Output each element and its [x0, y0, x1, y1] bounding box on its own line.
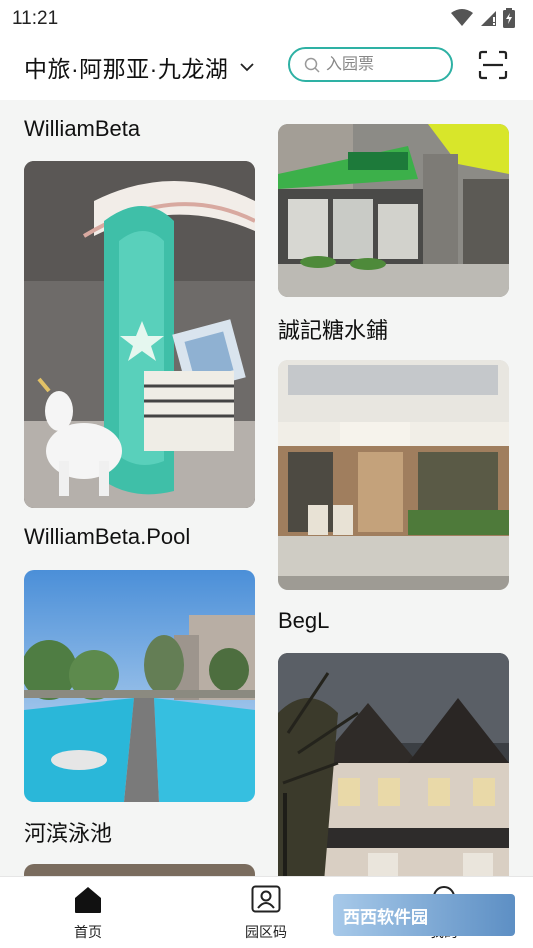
dessert-shop-art [278, 124, 509, 297]
left-card-4-photo-clipped[interactable] [24, 864, 255, 876]
status-icons [451, 8, 515, 28]
townhouse-night-photo[interactable] [278, 653, 509, 876]
park-name: 中旅·阿那亚·九龙湖 [24, 56, 229, 82]
townhouse-night-art [278, 653, 509, 876]
williambeta-photo-art [24, 161, 255, 508]
tab-home[interactable]: 首页 [38, 885, 138, 942]
content-feed[interactable]: WilliamBeta WilliamBeta.Pool 河滨泳池 誠記糖水鋪 … [0, 100, 533, 876]
search-box[interactable] [288, 47, 453, 82]
park-selector[interactable]: 中旅·阿那亚·九龙湖 [24, 50, 254, 84]
begl-bakery-photo[interactable] [278, 360, 509, 590]
williambeta-store-photo[interactable] [24, 161, 255, 508]
scan-icon [478, 50, 508, 80]
search-icon [304, 57, 320, 73]
wifi-icon [451, 9, 473, 26]
pool-photo-art [24, 570, 255, 802]
status-time: 11:21 [12, 8, 59, 29]
battery-icon [503, 8, 515, 28]
home-icon [75, 887, 101, 913]
signal-icon [481, 11, 496, 26]
dessert-shop-photo[interactable] [278, 124, 509, 297]
search-input[interactable] [326, 55, 436, 74]
watermark-logo: 西西软件园 [333, 894, 515, 936]
top-header: 中旅·阿那亚·九龙湖 [0, 38, 533, 100]
card-title-begl: BegL [278, 608, 330, 633]
card-title-dessert-shop: 誠記糖水鋪 [278, 318, 389, 343]
riverside-pool-photo[interactable] [24, 570, 255, 802]
card-title-williambeta-pool: WilliamBeta.Pool [24, 524, 191, 549]
card-title-williambeta: WilliamBeta [24, 116, 141, 141]
watermark-text: 西西软件园 [343, 907, 428, 927]
chevron-down-icon [240, 63, 254, 72]
tab-park-code[interactable]: 园区码 [216, 885, 316, 942]
scan-button[interactable] [477, 49, 509, 81]
begl-bakery-art [278, 360, 509, 590]
status-bar: 11:21 [0, 0, 533, 38]
tab-park-code-label: 园区码 [245, 924, 287, 940]
tab-home-label: 首页 [74, 924, 102, 940]
card-title-riverside-pool: 河滨泳池 [24, 821, 113, 846]
park-code-icon [251, 885, 281, 913]
